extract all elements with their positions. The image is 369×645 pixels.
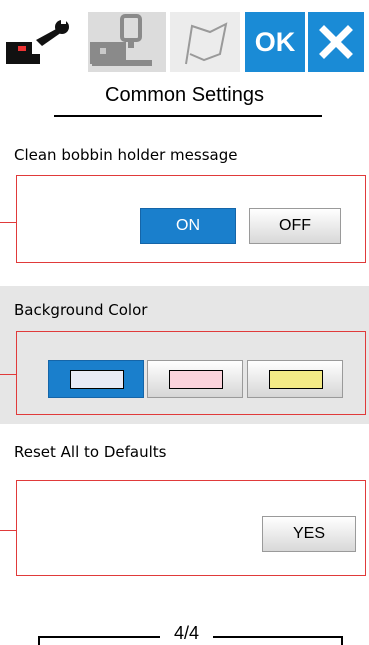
page-indicator: 4/4 (173, 623, 200, 643)
title-underline (54, 115, 322, 117)
close-icon (319, 25, 353, 59)
machine-hoop-icon (90, 14, 152, 66)
background-callout-line (0, 374, 17, 375)
pager-bracket-right (341, 636, 343, 645)
tab-common-settings[interactable] (6, 12, 84, 72)
pager-bracket-left (38, 636, 40, 645)
reset-callout-line (0, 530, 17, 531)
bobbin-message-label: Clean bobbin holder message (14, 146, 238, 164)
background-color-option-pink[interactable] (147, 360, 243, 398)
background-color-label: Background Color (14, 301, 148, 319)
bobbin-callout-line (0, 222, 17, 223)
flag-icon (185, 22, 228, 65)
bobbin-off-button[interactable]: OFF (249, 208, 341, 244)
close-button[interactable] (308, 12, 364, 72)
bobbin-on-button[interactable]: ON (140, 208, 236, 244)
yellow-swatch (269, 370, 323, 389)
pink-swatch (169, 370, 223, 389)
wrench-machine-icon (6, 18, 69, 64)
reset-yes-button[interactable]: YES (262, 516, 356, 552)
ok-button[interactable]: OK (245, 12, 305, 72)
tab-embroidery-settings[interactable] (170, 12, 240, 72)
reset-defaults-label: Reset All to Defaults (14, 443, 167, 461)
pager-line-right (213, 636, 343, 638)
pager-line-left (38, 636, 160, 638)
background-color-option-yellow[interactable] (247, 360, 343, 398)
white-swatch (70, 370, 124, 389)
page-title: Common Settings (105, 84, 264, 106)
top-toolbar: OK (0, 0, 369, 78)
tab-machine-settings[interactable] (88, 12, 166, 72)
background-color-option-white[interactable] (48, 360, 144, 398)
